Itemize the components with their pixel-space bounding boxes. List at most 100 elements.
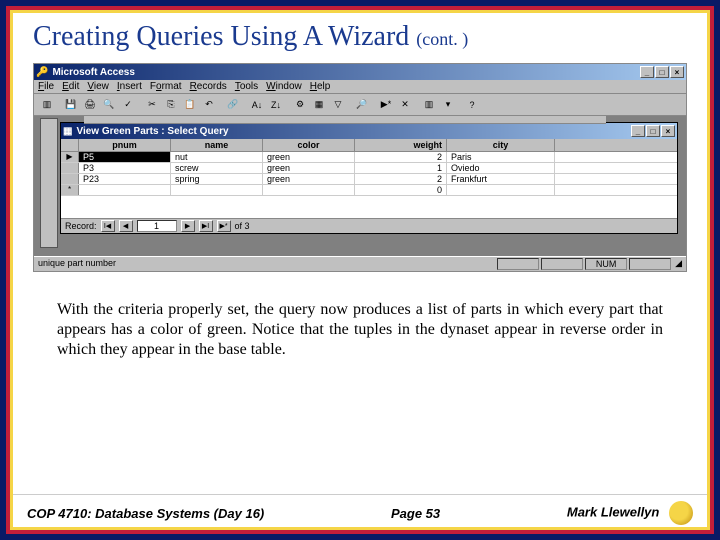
menu-format[interactable]: Format	[150, 81, 182, 92]
filter-sel-button[interactable]: ⚙	[291, 96, 309, 114]
cut-button[interactable]: ✂	[143, 96, 161, 114]
db-window-button[interactable]: ▥	[420, 96, 438, 114]
cell-pnum[interactable]: P5	[79, 152, 171, 162]
nav-last-button[interactable]: ▶I	[199, 220, 213, 232]
inner-close-button[interactable]: ×	[661, 125, 675, 137]
access-screenshot: 🔑 Microsoft Access _ □ × File Edit View …	[33, 63, 687, 272]
sort-asc-button[interactable]: A↓	[248, 96, 266, 114]
key-icon: 🔑	[36, 67, 48, 78]
cell-pnum[interactable]: P3	[79, 163, 171, 173]
menu-file[interactable]: File	[38, 81, 54, 92]
menu-insert[interactable]: Insert	[117, 81, 142, 92]
table-row[interactable]: ▶ P5 nut green 2 Paris	[61, 152, 677, 163]
cell-city[interactable]	[447, 185, 555, 195]
cell-name[interactable]: nut	[171, 152, 263, 162]
record-total: of 3	[235, 221, 250, 231]
undo-button[interactable]: ↶	[200, 96, 218, 114]
maximize-button[interactable]: □	[655, 66, 669, 78]
filter-form-button[interactable]: ▦	[310, 96, 328, 114]
cell-name[interactable]: screw	[171, 163, 263, 173]
slide-footer: COP 4710: Database Systems (Day 16) Page…	[13, 494, 707, 527]
workspace: ▦ View Green Parts : Select Query _ □ × …	[34, 116, 686, 256]
help-button[interactable]: ?	[463, 96, 481, 114]
col-city[interactable]: city	[447, 139, 555, 151]
col-weight[interactable]: weight	[355, 139, 447, 151]
title-main: Creating Queries Using A Wizard	[33, 21, 416, 52]
close-button[interactable]: ×	[670, 66, 684, 78]
background-strip	[84, 116, 606, 124]
menu-view[interactable]: View	[87, 81, 109, 92]
cell-pnum[interactable]	[79, 185, 171, 195]
slide-title: Creating Queries Using A Wizard (cont. )	[33, 21, 687, 53]
nav-prev-button[interactable]: ◀	[119, 220, 133, 232]
menu-window[interactable]: Window	[266, 81, 302, 92]
menubar: File Edit View Insert Format Records Too…	[34, 80, 686, 94]
row-selector-head[interactable]	[61, 139, 79, 151]
link-button[interactable]: 🔗	[224, 96, 242, 114]
record-navigator: Record: I◀ ◀ 1 ▶ ▶I ▶* of 3	[61, 218, 677, 233]
row-marker[interactable]: ▶	[61, 152, 79, 162]
footer-left: COP 4710: Database Systems (Day 16)	[27, 506, 264, 521]
table-row[interactable]: * 0	[61, 185, 677, 196]
minimize-button[interactable]: _	[640, 66, 654, 78]
cell-weight[interactable]: 0	[355, 185, 447, 195]
inner-minimize-button[interactable]: _	[631, 125, 645, 137]
slide-border-mid: Creating Queries Using A Wizard (cont. )…	[6, 6, 714, 534]
table-row[interactable]: P23 spring green 2 Frankfurt	[61, 174, 677, 185]
row-marker[interactable]: *	[61, 185, 79, 195]
cell-weight[interactable]: 1	[355, 163, 447, 173]
menu-records[interactable]: Records	[190, 81, 227, 92]
inner-maximize-button[interactable]: □	[646, 125, 660, 137]
menu-tools[interactable]: Tools	[235, 81, 258, 92]
footer-right: Mark Llewellyn	[567, 501, 693, 525]
col-color[interactable]: color	[263, 139, 355, 151]
spell-button[interactable]: ✓	[119, 96, 137, 114]
row-marker[interactable]	[61, 163, 79, 173]
paste-button[interactable]: 📋	[181, 96, 199, 114]
filter-toggle-button[interactable]: ▽	[329, 96, 347, 114]
status-empty-1	[497, 258, 539, 270]
cell-city[interactable]: Oviedo	[447, 163, 555, 173]
preview-button[interactable]: 🔍	[100, 96, 118, 114]
table-row[interactable]: P3 screw green 1 Oviedo	[61, 163, 677, 174]
nav-new-button[interactable]: ▶*	[217, 220, 231, 232]
title-cont: (cont. )	[416, 29, 468, 49]
cell-color[interactable]: green	[263, 174, 355, 184]
cell-name[interactable]	[171, 185, 263, 195]
cell-color[interactable]: green	[263, 163, 355, 173]
menu-edit[interactable]: Edit	[62, 81, 79, 92]
slide-content: Creating Queries Using A Wizard (cont. )…	[13, 13, 707, 494]
row-marker[interactable]	[61, 174, 79, 184]
grid-header: pnum name color weight city	[61, 139, 677, 152]
sort-desc-button[interactable]: Z↓	[267, 96, 285, 114]
nav-first-button[interactable]: I◀	[101, 220, 115, 232]
query-title: View Green Parts : Select Query	[76, 126, 228, 137]
new-record-button[interactable]: ▶*	[377, 96, 395, 114]
cell-color[interactable]: green	[263, 152, 355, 162]
cell-name[interactable]: spring	[171, 174, 263, 184]
cell-weight[interactable]: 2	[355, 152, 447, 162]
delete-record-button[interactable]: ✕	[396, 96, 414, 114]
toolbar: ▥ 💾 🖨 🔍 ✓ ✂ ⎘ 📋 ↶ 🔗 A↓ Z↓ ⚙ ▦ ▽ 🔎 ▶* ✕	[34, 94, 686, 116]
new-object-button[interactable]: ▾	[439, 96, 457, 114]
col-pnum[interactable]: pnum	[79, 139, 171, 151]
slide-border-outer: Creating Queries Using A Wizard (cont. )…	[0, 0, 720, 540]
status-text: unique part number	[38, 258, 116, 270]
col-name[interactable]: name	[171, 139, 263, 151]
copy-button[interactable]: ⎘	[162, 96, 180, 114]
record-number-input[interactable]: 1	[137, 220, 177, 232]
grid-icon: ▦	[63, 126, 72, 137]
nav-next-button[interactable]: ▶	[181, 220, 195, 232]
menu-help[interactable]: Help	[310, 81, 331, 92]
resize-grip-icon[interactable]: ◢	[675, 258, 682, 270]
print-button[interactable]: 🖨	[81, 96, 99, 114]
view-button[interactable]: ▥	[38, 96, 56, 114]
cell-color[interactable]	[263, 185, 355, 195]
cell-city[interactable]: Frankfurt	[447, 174, 555, 184]
find-button[interactable]: 🔎	[353, 96, 371, 114]
cell-city[interactable]: Paris	[447, 152, 555, 162]
cell-pnum[interactable]: P23	[79, 174, 171, 184]
cell-weight[interactable]: 2	[355, 174, 447, 184]
explanation-paragraph: With the criteria properly set, the quer…	[33, 300, 687, 360]
save-button[interactable]: 💾	[62, 96, 80, 114]
